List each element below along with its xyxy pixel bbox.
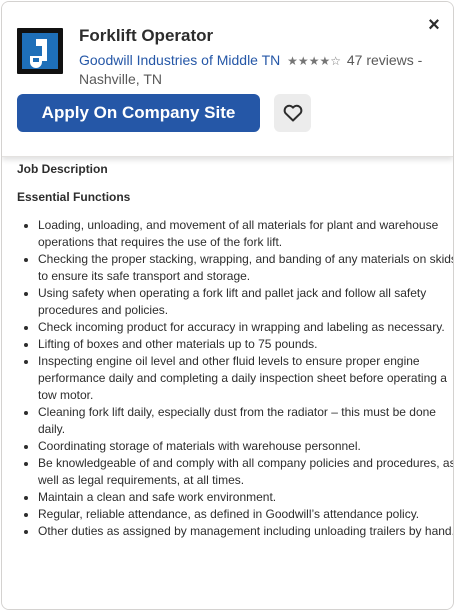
list-item: Using safety when operating a fork lift …	[38, 285, 453, 319]
close-icon: ×	[428, 14, 440, 36]
job-description-heading: Job Description	[17, 162, 108, 176]
list-item: Lifting of boxes and other materials up …	[38, 336, 453, 353]
company-logo	[17, 28, 63, 74]
essential-functions-heading: Essential Functions	[17, 190, 131, 204]
scroll-fade	[2, 599, 453, 609]
list-item: Other duties as assigned by management i…	[38, 523, 453, 540]
save-job-button[interactable]	[274, 94, 311, 132]
job-details-panel: Forklift Operator Goodwill Industries of…	[1, 1, 454, 610]
reviews-link[interactable]: 47 reviews	[347, 52, 414, 68]
duties-list: Loading, unloading, and movement of all …	[17, 217, 453, 540]
company-name-link[interactable]: Goodwill Industries of Middle TN	[79, 52, 280, 68]
job-description-body: Job Description Essential Functions Load…	[2, 157, 453, 609]
list-item: Coordinating storage of materials with w…	[38, 438, 453, 455]
list-item: Cleaning fork lift daily, especially dus…	[38, 404, 453, 438]
apply-on-company-site-button[interactable]: Apply On Company Site	[17, 94, 260, 132]
rating-stars: ★★★★☆	[287, 54, 341, 68]
separator: -	[417, 52, 423, 68]
goodwill-face-icon	[30, 39, 47, 68]
list-item: Loading, unloading, and movement of all …	[38, 217, 453, 251]
job-title: Forklift Operator	[79, 26, 214, 45]
list-item: Inspecting engine oil level and other fl…	[38, 353, 453, 404]
company-info-line: Goodwill Industries of Middle TN ★★★★☆ 4…	[79, 51, 434, 88]
close-button[interactable]: ×	[427, 14, 441, 36]
list-item: Checking the proper stacking, wrapping, …	[38, 251, 453, 285]
job-header: Forklift Operator Goodwill Industries of…	[2, 2, 453, 157]
company-logo-mark	[22, 33, 58, 69]
list-item: Maintain a clean and safe work environme…	[38, 489, 453, 506]
heart-outline-icon	[283, 104, 302, 122]
list-item: Be knowledgeable of and comply with all …	[38, 455, 453, 489]
list-item: Check incoming product for accuracy in w…	[38, 319, 453, 336]
job-location: Nashville, TN	[79, 71, 162, 87]
list-item: Regular, reliable attendance, as defined…	[38, 506, 453, 523]
